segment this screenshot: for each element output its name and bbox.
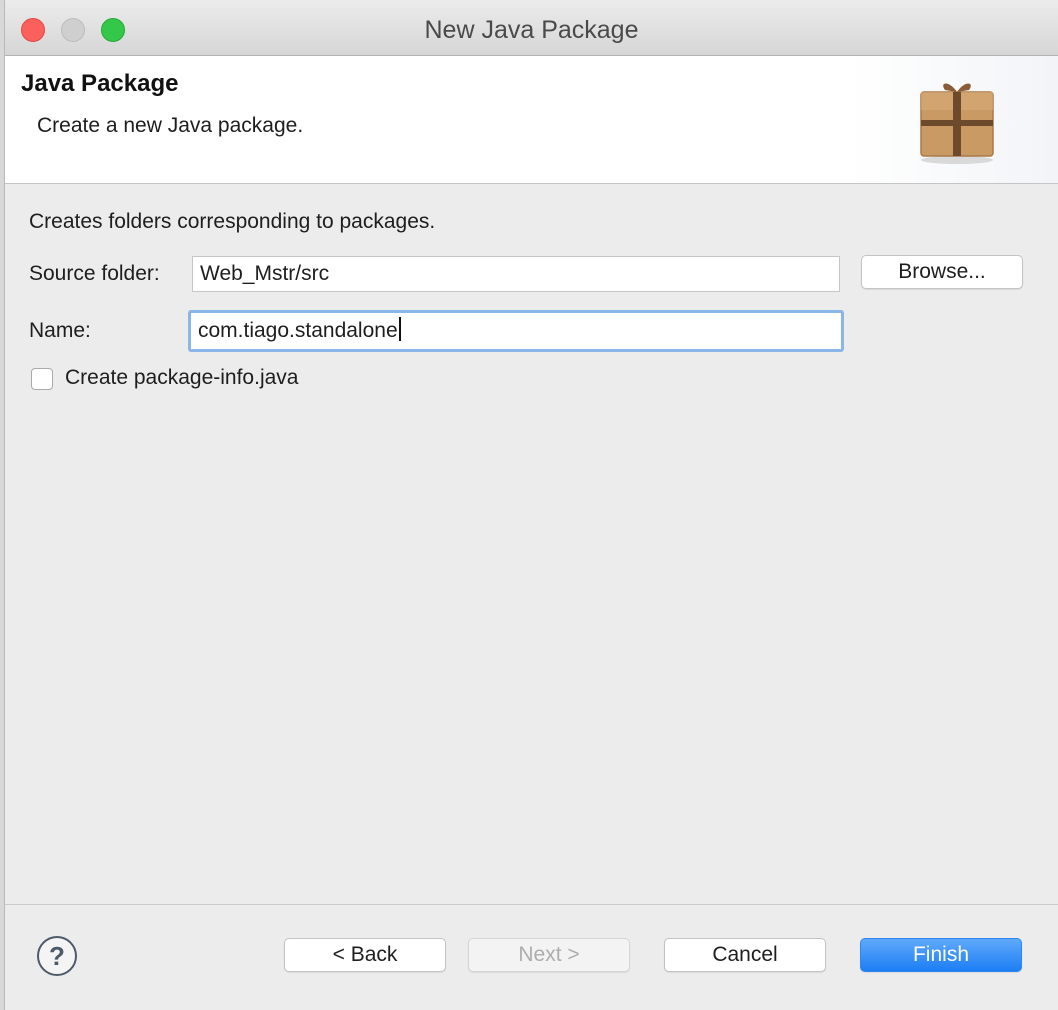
source-folder-input[interactable]: Web_Mstr/src	[192, 256, 840, 292]
window-title: New Java Package	[424, 16, 639, 44]
wizard-content: Creates folders corresponding to package…	[5, 184, 1058, 904]
package-box-icon	[920, 83, 994, 164]
new-java-package-dialog: New Java Package Java Package Create a n…	[4, 0, 1058, 1010]
title-bar[interactable]: New Java Package	[5, 0, 1058, 56]
package-name-input[interactable]: com.tiago.standalone	[188, 310, 844, 352]
browse-button-label: Browse...	[898, 260, 986, 283]
wizard-title: Java Package	[21, 70, 179, 97]
back-button[interactable]: < Back	[284, 938, 446, 972]
page-intro-text: Creates folders corresponding to package…	[29, 210, 436, 233]
footer-divider	[5, 904, 1058, 905]
wizard-description: Create a new Java package.	[37, 114, 304, 137]
next-button: Next >	[468, 938, 630, 972]
help-icon[interactable]: ?	[37, 936, 77, 976]
finish-button[interactable]: Finish	[860, 938, 1022, 972]
package-name-label: Name:	[29, 319, 91, 342]
package-name-value: com.tiago.standalone	[198, 319, 398, 342]
create-package-info-checkbox[interactable]	[31, 368, 53, 390]
source-folder-label: Source folder:	[29, 262, 160, 285]
text-caret	[398, 317, 401, 341]
cancel-button[interactable]: Cancel	[664, 938, 826, 972]
create-package-info-label[interactable]: Create package-info.java	[65, 366, 298, 390]
wizard-header: Java Package Create a new Java package.	[5, 56, 1058, 184]
browse-button[interactable]: Browse...	[861, 255, 1023, 289]
